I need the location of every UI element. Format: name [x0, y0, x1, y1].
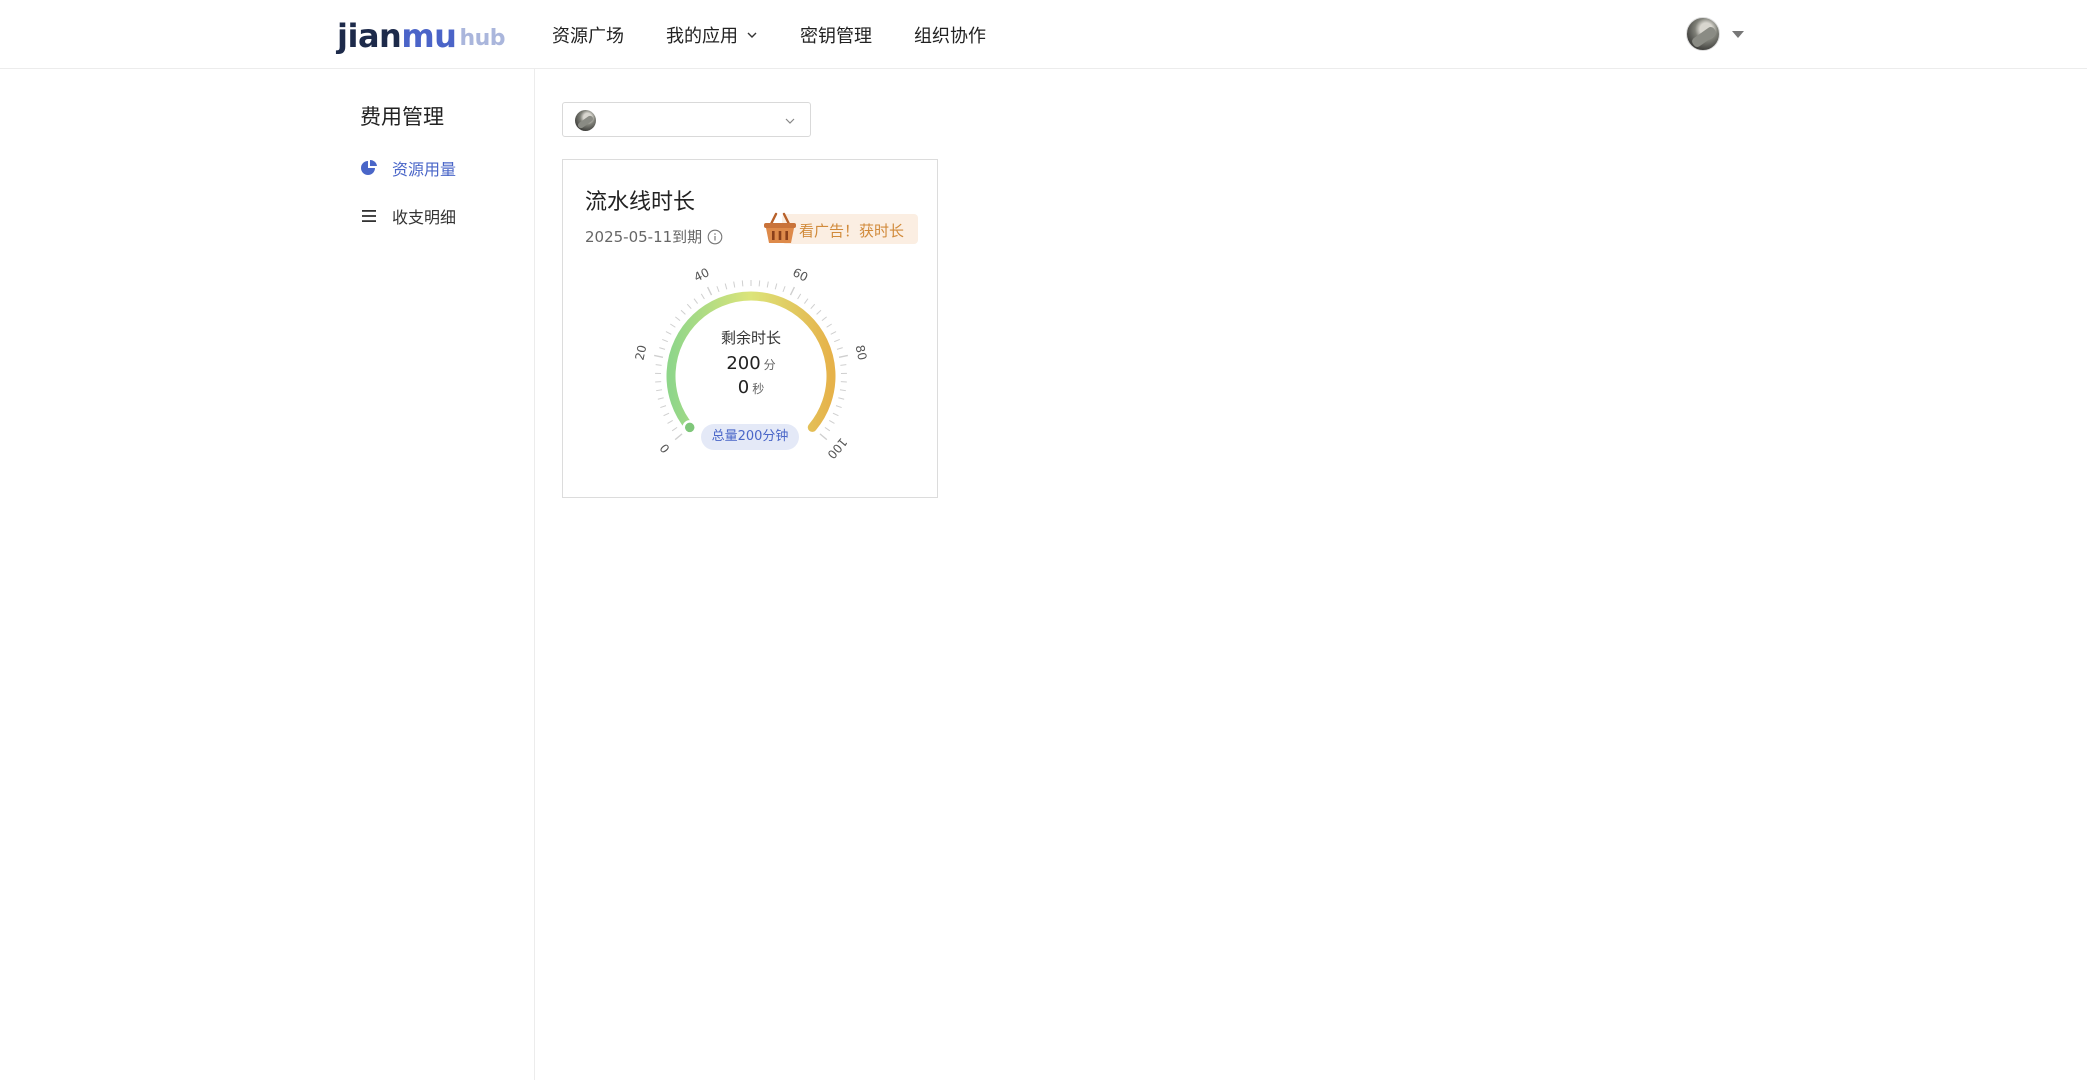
nav-label: 资源广场: [552, 25, 624, 47]
gauge-tick: [804, 298, 809, 304]
sidebar-title: 费用管理: [360, 105, 444, 129]
logo-part-2: mu: [401, 17, 457, 55]
jianmu-logo[interactable]: jian mu hub: [337, 14, 506, 55]
gauge-tick-label: 0: [657, 441, 673, 456]
gauge-tick: [733, 281, 736, 288]
gauge-tick: [789, 286, 796, 296]
minutes-value: 200: [726, 353, 761, 374]
minutes-unit: 分: [763, 358, 776, 372]
chevron-down-icon: [747, 32, 757, 38]
logo-part-1: jian: [337, 17, 402, 55]
sidebar-item-income-expense[interactable]: 收支明细: [360, 204, 456, 228]
nav-label: 密钥管理: [800, 25, 872, 47]
gauge-tick: [766, 281, 769, 288]
gauge-tick: [693, 298, 698, 304]
caret-down-icon[interactable]: [1732, 30, 1744, 38]
gauge-tick-label: 40: [692, 265, 712, 284]
gauge-tick-label: 100: [824, 435, 849, 462]
nav-item-my-apps[interactable]: 我的应用: [666, 0, 758, 69]
sidebar: 费用管理 资源用量 收支明细: [0, 69, 535, 1080]
gauge-tick: [758, 280, 761, 287]
gauge-tick: [829, 420, 835, 424]
main-nav: 资源广场 我的应用 密钥管理 组织协作: [552, 0, 1028, 69]
top-header: jian mu hub 资源广场 我的应用 密钥管理 组织协作: [0, 0, 2087, 69]
gauge-tick-label: 60: [790, 265, 810, 284]
list-icon: [362, 210, 376, 222]
gauge-tick: [667, 420, 673, 424]
gauge-minutes: 200 分: [563, 353, 939, 374]
gauge-tick: [821, 316, 827, 321]
sidebar-item-resource-usage[interactable]: 资源用量: [360, 156, 456, 180]
pie-chart-icon: [361, 159, 377, 175]
gauge-tick: [824, 426, 831, 432]
gauge-tick: [819, 433, 828, 441]
gauge-tick: [663, 412, 670, 417]
gauge-seconds: 0秒: [563, 377, 939, 398]
sidebar-item-label: 资源用量: [392, 160, 457, 179]
nav-item-org-collaboration[interactable]: 组织协作: [914, 0, 986, 69]
seconds-value: 0: [737, 377, 750, 398]
sidebar-item-label: 收支明细: [392, 208, 457, 227]
gauge-tick: [675, 316, 681, 321]
gauge-tick: [660, 405, 667, 409]
gauge-tick: [700, 293, 705, 300]
gauge-tick: [835, 405, 842, 409]
user-menu[interactable]: [1686, 17, 1744, 51]
gauge-title: 剩余时长: [720, 329, 781, 347]
nav-label: 我的应用: [666, 25, 738, 47]
gauge-tick: [674, 433, 683, 441]
nav-item-key-management[interactable]: 密钥管理: [800, 0, 872, 69]
gauge-tick: [706, 286, 713, 296]
org-avatar: [575, 110, 596, 131]
gauge-tick: [832, 412, 839, 417]
total-badge: 总量200分钟: [701, 424, 799, 450]
gauge-tick: [671, 426, 678, 432]
gauge-tick: [741, 280, 744, 287]
gauge-value-marker: [682, 420, 697, 435]
seconds-unit: 秒: [752, 382, 765, 396]
chevron-down-icon: [785, 118, 795, 124]
gauge-tick: [680, 309, 686, 315]
gauge-tick: [810, 303, 816, 310]
gauge-tick: [782, 286, 786, 293]
gauge-tick: [716, 286, 720, 293]
gauge-tick: [797, 293, 802, 300]
logo-part-3: hub: [459, 26, 506, 51]
gauge-tick: [816, 309, 822, 315]
gauge-tick: [724, 283, 728, 290]
gauge-tick: [686, 303, 692, 310]
avatar[interactable]: [1686, 17, 1720, 51]
pipeline-duration-card: 流水线时长 2025-05-11到期 看广告！获时长 0 20 40 60 80…: [562, 159, 938, 498]
gauge-tick: [774, 283, 778, 290]
nav-item-resource-square[interactable]: 资源广场: [552, 0, 624, 69]
org-selector[interactable]: [562, 102, 811, 137]
nav-label: 组织协作: [914, 25, 986, 47]
